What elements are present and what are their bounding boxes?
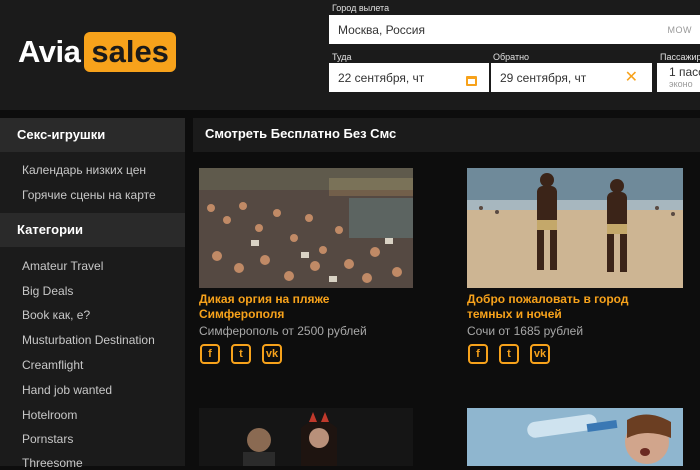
sidebar-item-threesome[interactable]: Threesome	[22, 456, 83, 470]
card-image-beach-walkers[interactable]	[467, 168, 683, 288]
vk-icon[interactable]: vk	[262, 344, 282, 364]
card-image-crowded-beach[interactable]	[199, 168, 413, 288]
return-date-value: 29 сентября, чт	[500, 70, 587, 85]
sidebar-item-hotelroom[interactable]: Hotelroom	[22, 408, 77, 422]
sidebar-item-hot-map[interactable]: Горячие сцены на карте	[22, 188, 156, 202]
drinking-photo	[467, 408, 683, 466]
beach-walkers-photo	[467, 168, 683, 288]
depart-date-value: 22 сентября, чт	[338, 70, 425, 85]
sidebar-item-book[interactable]: Book как, е?	[22, 308, 90, 322]
sidebar-item-hand-job-wanted[interactable]: Hand job wanted	[22, 383, 112, 397]
sidebar-item-low-price-calendar[interactable]: Календарь низких цен	[22, 163, 146, 177]
sidebar-item-big-deals[interactable]: Big Deals	[22, 284, 73, 298]
logo-text-avia: Avia	[18, 34, 81, 69]
logo-text-sales: sales	[84, 32, 176, 72]
depart-date-input[interactable]: 22 сентября, чт	[329, 63, 489, 92]
vk-icon[interactable]: vk	[530, 344, 550, 364]
facebook-icon[interactable]: f	[468, 344, 488, 364]
sidebar: Секс-игрушки Календарь низких цен Горячи…	[0, 118, 185, 470]
passengers-label: Пассажир	[660, 52, 700, 62]
passengers-value: 1 пасс	[669, 64, 700, 79]
passengers-input[interactable]: 1 пасс эконо	[657, 63, 700, 92]
origin-code: MOW	[667, 24, 692, 35]
card-title-line2: темных и ночей	[467, 307, 562, 321]
sidebar-item-destination[interactable]: Musturbation Destination	[22, 333, 155, 347]
origin-value: Москва, Россия	[338, 22, 425, 37]
origin-input[interactable]: Москва, Россия MOW	[329, 15, 700, 44]
sidebar-section-categories[interactable]: Категории	[0, 213, 185, 247]
card-title-line1: Дикая оргия на пляже	[199, 292, 330, 306]
couple-photo	[199, 408, 413, 466]
card-subtitle-crimea: Симферополь от 2500 рублей	[199, 324, 367, 338]
sidebar-item-pornstars[interactable]: Pornstars	[22, 432, 73, 446]
card-title-crimea[interactable]: Дикая оргия на пляже Симферополя	[199, 292, 329, 322]
header: Avia sales Город вылета Москва, Россия M…	[0, 0, 700, 110]
return-date-input[interactable]: 29 сентября, чт ✕	[491, 63, 652, 92]
crowded-beach-photo	[199, 168, 413, 288]
twitter-icon[interactable]: t	[231, 344, 251, 364]
card-image-couple[interactable]	[199, 408, 413, 466]
card-title-sochi[interactable]: Добро пожаловать в город темных и ночей	[467, 292, 628, 322]
sidebar-section-toys[interactable]: Секс-игрушки	[0, 118, 185, 152]
sidebar-item-amateur-travel[interactable]: Amateur Travel	[22, 259, 103, 273]
return-label: Обратно	[493, 52, 530, 62]
card-title-line1: Добро пожаловать в город	[467, 292, 629, 306]
origin-label: Город вылета	[332, 3, 390, 13]
card-image-drinking[interactable]	[467, 408, 683, 466]
twitter-icon[interactable]: t	[499, 344, 519, 364]
main-title: Смотреть Бесплатно Без Смс	[193, 118, 700, 152]
card-subtitle-sochi: Сочи от 1685 рублей	[467, 324, 584, 338]
logo[interactable]: Avia sales	[18, 32, 176, 72]
sidebar-item-creamflight[interactable]: Creamflight	[22, 358, 83, 372]
facebook-icon[interactable]: f	[200, 344, 220, 364]
calendar-icon[interactable]	[466, 76, 477, 86]
depart-label: Туда	[332, 52, 352, 62]
card-title-line2: Симферополя	[199, 307, 285, 321]
clear-icon[interactable]: ✕	[625, 69, 638, 86]
passengers-class: эконо	[669, 78, 693, 89]
